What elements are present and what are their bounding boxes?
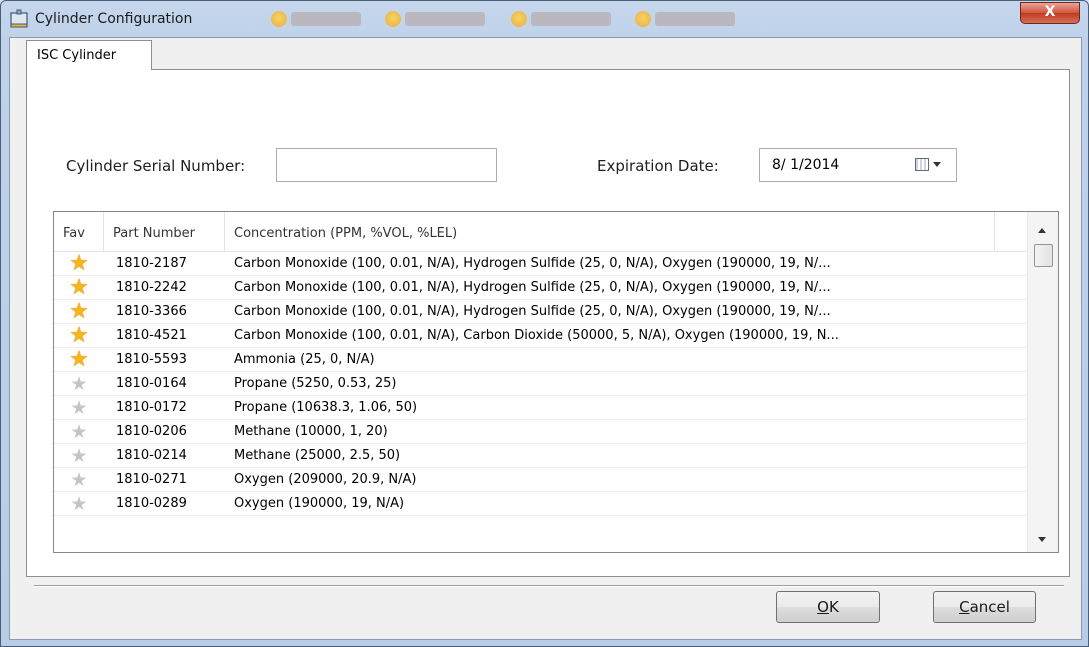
table-row[interactable]: ★ 1810-0164 Propane (5250, 0.53, 25): [54, 372, 1029, 396]
part-number-cell: 1810-0289: [116, 496, 187, 511]
close-icon: X: [1044, 4, 1056, 20]
part-number-cell: 1810-0172: [116, 400, 187, 415]
taskbar-preview-label: [291, 12, 361, 26]
tab-isc-cylinder[interactable]: ISC Cylinder: [26, 40, 152, 70]
calendar-icon[interactable]: [915, 158, 929, 171]
column-header-fav[interactable]: Fav: [54, 212, 104, 252]
scroll-thumb[interactable]: [1034, 244, 1053, 267]
concentration-cell: Oxygen (209000, 20.9, N/A): [234, 472, 417, 487]
taskbar-preview-icon: [271, 11, 287, 27]
concentration-cell: Ammonia (25, 0, N/A): [234, 352, 375, 367]
table-row[interactable]: ★ 1810-3366 Carbon Monoxide (100, 0.01, N/…: [54, 300, 1029, 324]
tab-label: ISC Cylinder: [37, 48, 117, 63]
expiration-date-value: 8/ 1/2014: [772, 157, 840, 173]
ok-button[interactable]: OK: [776, 591, 880, 623]
vertical-scrollbar[interactable]: [1027, 212, 1058, 552]
star-outline-icon[interactable]: ★: [54, 372, 104, 396]
table-row[interactable]: ★ 1810-0271 Oxygen (209000, 20.9, N/A): [54, 468, 1029, 492]
taskbar-preview-label: [531, 12, 611, 26]
column-header-part-number[interactable]: Part Number: [104, 212, 225, 252]
taskbar-preview-icon: [635, 11, 651, 27]
table-row[interactable]: ★ 1810-0206 Methane (10000, 1, 20): [54, 420, 1029, 444]
concentration-cell: Propane (10638.3, 1.06, 50): [234, 400, 418, 415]
table-row[interactable]: ★ 1810-4521 Carbon Monoxide (100, 0.01, N/…: [54, 324, 1029, 348]
concentration-cell: Carbon Monoxide (100, 0.01, N/A), Hydrog…: [234, 256, 831, 271]
serial-number-input[interactable]: [276, 148, 497, 182]
expiration-date-label: Expiration Date:: [597, 157, 719, 175]
concentration-cell: Carbon Monoxide (100, 0.01, N/A), Carbon…: [234, 328, 839, 343]
concentration-cell: Carbon Monoxide (100, 0.01, N/A), Hydrog…: [234, 280, 831, 295]
part-number-cell: 1810-0206: [116, 424, 187, 439]
title-bar[interactable]: Cylinder Configuration X: [1, 1, 1088, 37]
concentration-cell: Methane (10000, 1, 20): [234, 424, 388, 439]
cylinder-grid[interactable]: Fav Part Number Concentration (PPM, %VOL…: [53, 211, 1059, 553]
column-header-concentration[interactable]: Concentration (PPM, %VOL, %LEL): [225, 212, 995, 252]
star-filled-icon[interactable]: ★: [54, 348, 104, 372]
close-button[interactable]: X: [1020, 2, 1080, 24]
taskbar-preview-label: [405, 12, 485, 26]
taskbar-preview-icon: [511, 11, 527, 27]
table-row[interactable]: ★ 1810-5593 Ammonia (25, 0, N/A): [54, 348, 1029, 372]
part-number-cell: 1810-5593: [116, 352, 187, 367]
taskbar-preview-label: [655, 12, 735, 26]
expiration-date-picker[interactable]: 8/ 1/2014: [759, 148, 957, 182]
scroll-up-arrow-icon[interactable]: [1038, 228, 1046, 233]
part-number-cell: 1810-3366: [116, 304, 187, 319]
star-filled-icon[interactable]: ★: [54, 276, 104, 300]
dialog-window: Cylinder Configuration X ISC Cylinder Cy…: [0, 0, 1089, 647]
ok-mnemonic: O: [817, 598, 829, 616]
window-title: Cylinder Configuration: [35, 11, 193, 27]
part-number-cell: 1810-0214: [116, 448, 187, 463]
taskbar-preview-icon: [385, 11, 401, 27]
table-row[interactable]: ★ 1810-2242 Carbon Monoxide (100, 0.01, N/…: [54, 276, 1029, 300]
part-number-cell: 1810-2242: [116, 280, 187, 295]
part-number-cell: 1810-0271: [116, 472, 187, 487]
table-row[interactable]: ★ 1810-0289 Oxygen (190000, 19, N/A): [54, 492, 1029, 516]
cylinder-app-icon: [10, 9, 28, 28]
concentration-cell: Oxygen (190000, 19, N/A): [234, 496, 405, 511]
concentration-cell: Methane (25000, 2.5, 50): [234, 448, 401, 463]
chevron-down-icon[interactable]: [933, 162, 941, 167]
ok-label-rest: K: [828, 598, 839, 616]
star-outline-icon[interactable]: ★: [54, 492, 104, 516]
star-outline-icon[interactable]: ★: [54, 396, 104, 420]
button-separator: [34, 585, 1064, 587]
part-number-cell: 1810-2187: [116, 256, 187, 271]
part-number-cell: 1810-4521: [116, 328, 187, 343]
grid-header: Fav Part Number Concentration (PPM, %VOL…: [54, 212, 1029, 252]
cancel-mnemonic: C: [959, 598, 970, 616]
star-outline-icon[interactable]: ★: [54, 444, 104, 468]
star-outline-icon[interactable]: ★: [54, 468, 104, 492]
star-filled-icon[interactable]: ★: [54, 324, 104, 348]
concentration-cell: Carbon Monoxide (100, 0.01, N/A), Hydrog…: [234, 304, 831, 319]
star-filled-icon[interactable]: ★: [54, 252, 104, 276]
serial-number-label: Cylinder Serial Number:: [66, 157, 246, 175]
concentration-cell: Propane (5250, 0.53, 25): [234, 376, 397, 391]
part-number-cell: 1810-0164: [116, 376, 187, 391]
star-filled-icon[interactable]: ★: [54, 300, 104, 324]
cancel-button[interactable]: Cancel: [933, 591, 1036, 623]
star-outline-icon[interactable]: ★: [54, 420, 104, 444]
table-row[interactable]: ★ 1810-2187 Carbon Monoxide (100, 0.01, N/…: [54, 252, 1029, 276]
table-row[interactable]: ★ 1810-0172 Propane (10638.3, 1.06, 50): [54, 396, 1029, 420]
scroll-down-arrow-icon[interactable]: [1038, 537, 1046, 542]
table-row[interactable]: ★ 1810-0214 Methane (25000, 2.5, 50): [54, 444, 1029, 468]
cancel-label-rest: ancel: [969, 598, 1010, 616]
